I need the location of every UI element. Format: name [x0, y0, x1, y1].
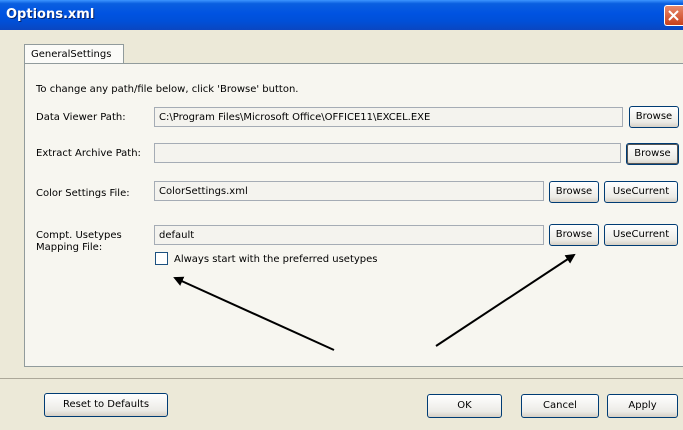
cancel-button[interactable]: Cancel: [521, 394, 599, 418]
annotation-arrow-right: [435, 253, 576, 347]
reset-to-defaults-button[interactable]: Reset to Defaults: [44, 393, 168, 417]
footer-separator: [0, 378, 683, 379]
annotation-arrows: [173, 253, 576, 351]
ok-button[interactable]: OK: [427, 394, 502, 418]
apply-button[interactable]: Apply: [607, 394, 678, 418]
options-dialog: Options.xml GeneralSettings To change an…: [0, 0, 683, 430]
annotation-arrow-left: [173, 276, 335, 351]
